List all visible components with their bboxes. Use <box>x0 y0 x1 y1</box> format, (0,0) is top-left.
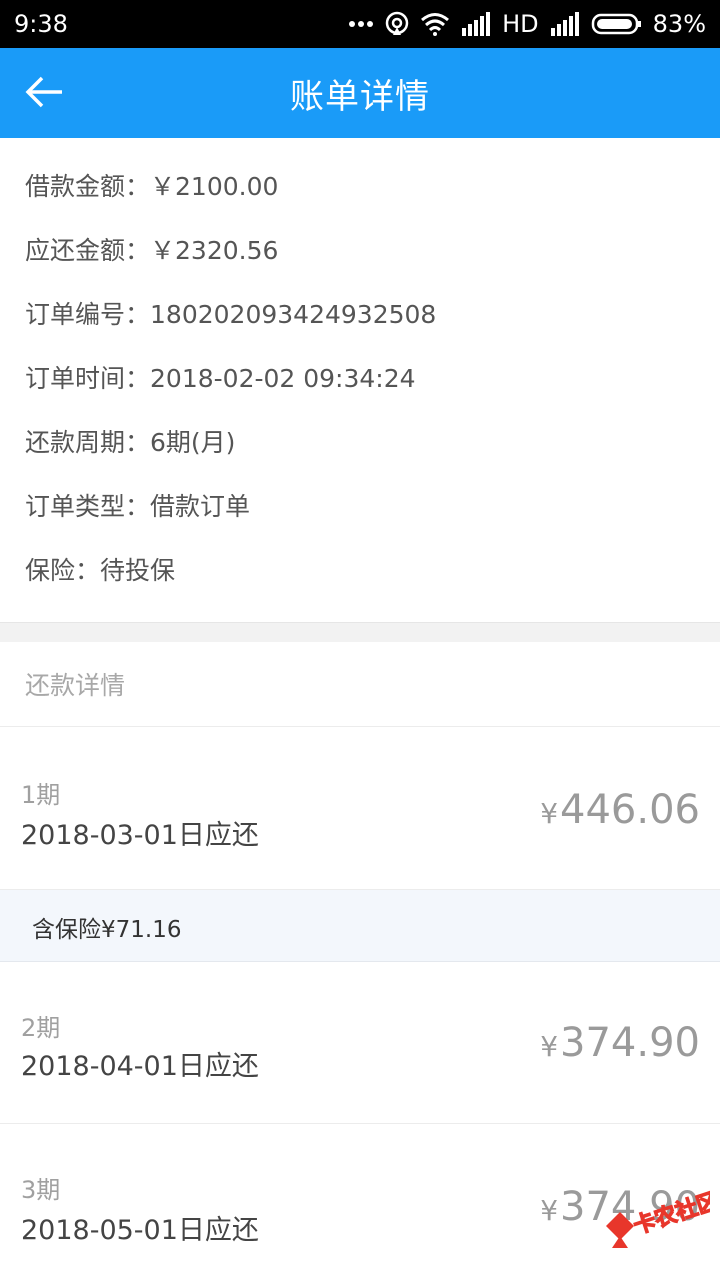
repay-period-row: 还款周期：6期(月) <box>25 423 235 463</box>
wifi-icon <box>420 12 450 36</box>
loan-amount-label: 借款金额： <box>25 172 151 201</box>
order-number-label: 订单编号： <box>25 300 151 329</box>
loan-amount-value: ￥2100.00 <box>150 172 279 201</box>
repay-period-label: 还款周期： <box>25 428 151 457</box>
order-type-row: 订单类型：借款订单 <box>25 487 250 527</box>
back-arrow-icon <box>24 76 64 112</box>
installment-period: 2期 <box>21 1014 61 1042</box>
currency-symbol: ¥ <box>540 1194 559 1227</box>
more-dots-icon <box>348 19 374 29</box>
order-time-value: 2018-02-02 09:34:24 <box>150 364 416 393</box>
installment-amount-value: 446.06 <box>560 787 700 833</box>
installment-amount: ¥446.06 <box>540 787 700 833</box>
installment-period: 3期 <box>21 1176 61 1204</box>
status-time: 9:38 <box>14 10 68 38</box>
installment-due-date: 2018-05-01日应还 <box>21 1215 259 1246</box>
back-button[interactable] <box>18 68 70 120</box>
currency-symbol: ¥ <box>540 797 559 830</box>
order-info-section: 借款金额：￥2100.00 应还金额：￥2320.56 订单编号：1802020… <box>0 138 720 622</box>
insurance-row: 保险：待投保 <box>25 551 175 591</box>
order-type-label: 订单类型： <box>25 492 151 521</box>
page-title: 账单详情 <box>290 76 430 117</box>
status-icons: HD 83% <box>348 10 706 38</box>
repay-period-value: 6期(月) <box>150 428 236 457</box>
repay-amount-row: 应还金额：￥2320.56 <box>25 231 278 271</box>
order-type-value: 借款订单 <box>150 492 251 521</box>
insurance-status: 待投保 <box>100 556 176 585</box>
installment-item[interactable]: 2期 2018-04-01日应还 ¥374.90 <box>0 962 720 1124</box>
installment-amount-value: 374.90 <box>560 1020 700 1066</box>
loan-amount-row: 借款金额：￥2100.00 <box>25 167 278 207</box>
currency-symbol: ¥ <box>540 1030 559 1063</box>
signal-icon-2 <box>549 12 581 36</box>
battery-icon <box>591 12 643 36</box>
repay-amount-value: ￥2320.56 <box>150 236 279 265</box>
installment-amount: ¥374.90 <box>540 1020 700 1066</box>
watermark-text: 卡农社区 <box>630 1188 710 1240</box>
order-time-row: 订单时间：2018-02-02 09:34:24 <box>25 359 416 399</box>
repay-amount-label: 应还金额： <box>25 236 151 265</box>
battery-level: 83% <box>652 10 706 38</box>
watermark-logo: 卡农社区 <box>600 1186 720 1260</box>
status-bar: 9:38 HD 83% <box>0 0 720 48</box>
order-number-value: 180202093424932508 <box>150 300 437 329</box>
network-type: HD <box>502 10 539 38</box>
hotspot-icon <box>384 11 410 37</box>
order-time-label: 订单时间： <box>25 364 151 393</box>
insurance-note-bar: 含保险¥71.16 <box>0 890 720 962</box>
installment-due-date: 2018-03-01日应还 <box>21 820 259 851</box>
installment-item[interactable]: 1期 2018-03-01日应还 ¥446.06 <box>0 727 720 890</box>
installment-due-date: 2018-04-01日应还 <box>21 1051 259 1082</box>
repayment-header-title: 还款详情 <box>25 671 126 700</box>
signal-icon <box>460 12 492 36</box>
installment-period: 1期 <box>21 781 61 809</box>
insurance-note: 含保险¥71.16 <box>32 917 182 943</box>
section-divider <box>0 622 720 643</box>
app-bar: 账单详情 <box>0 48 720 138</box>
order-number-row: 订单编号：180202093424932508 <box>25 295 436 335</box>
insurance-label: 保险： <box>25 556 101 585</box>
repayment-header: 还款详情 <box>0 642 720 727</box>
